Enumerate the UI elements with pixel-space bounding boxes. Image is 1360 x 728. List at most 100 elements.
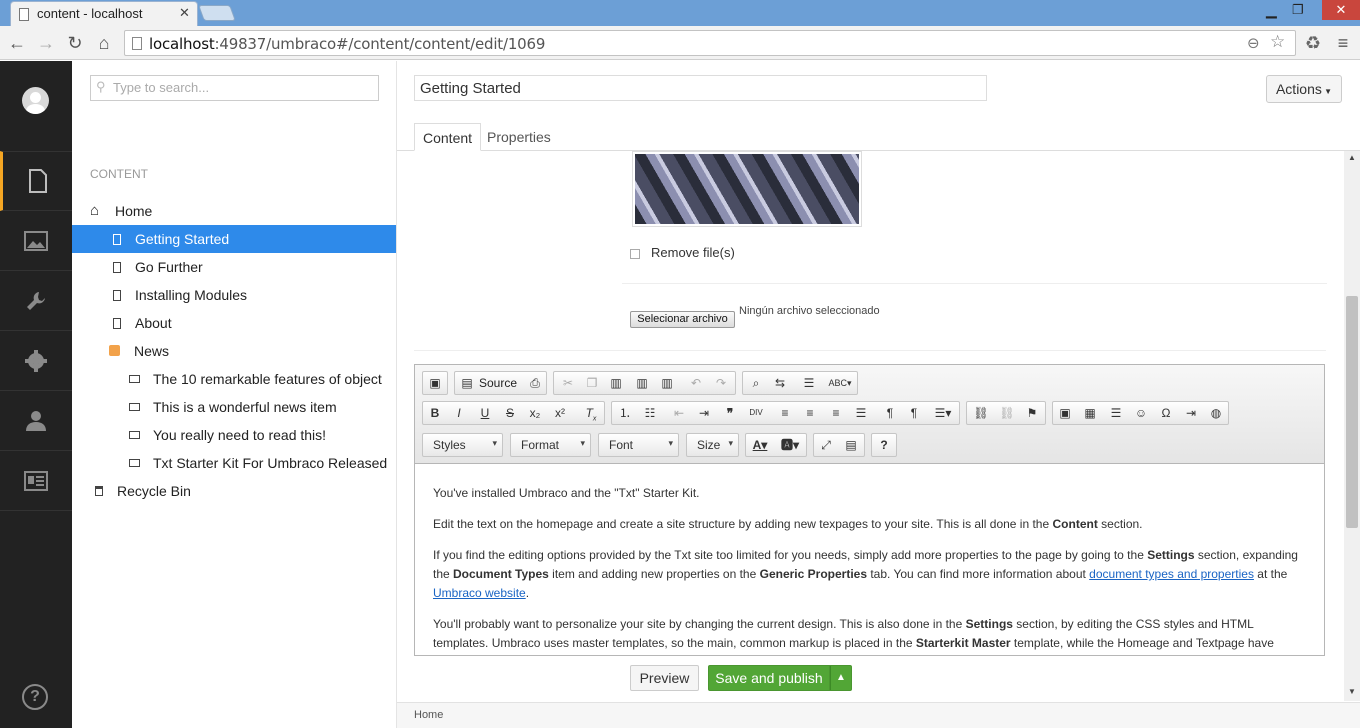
section-settings[interactable]: [0, 331, 72, 391]
table-icon[interactable]: ▦: [1080, 404, 1100, 422]
spellcheck-icon[interactable]: ABC▾: [827, 374, 853, 392]
section-users[interactable]: [0, 391, 72, 451]
url-field[interactable]: localhost:49837/umbraco#/content/content…: [124, 30, 1296, 56]
menu-icon[interactable]: ≡: [1330, 30, 1356, 56]
source-icon[interactable]: ▤: [457, 374, 477, 392]
align-center-icon[interactable]: ≡: [800, 404, 820, 422]
horizontal-rule-icon[interactable]: ☰: [1106, 404, 1126, 422]
save-and-publish-button[interactable]: Save and publish: [708, 665, 830, 691]
anchor-icon[interactable]: ⚑: [1022, 404, 1042, 422]
new-tab-button[interactable]: [198, 5, 236, 21]
restore-icon[interactable]: ❐: [1292, 2, 1304, 18]
section-members[interactable]: [0, 451, 72, 511]
font-dropdown[interactable]: Font: [598, 433, 679, 457]
language-icon[interactable]: ☰▾: [930, 404, 956, 422]
ltr-icon[interactable]: ¶: [880, 404, 900, 422]
tree-item-news-3[interactable]: You really need to read this!: [72, 421, 396, 449]
image-icon[interactable]: ▣: [1055, 404, 1075, 422]
print-icon[interactable]: ⎙: [525, 374, 545, 392]
find-icon[interactable]: ⌕: [746, 374, 766, 392]
section-developer[interactable]: [0, 271, 72, 331]
back-icon[interactable]: ←: [4, 30, 30, 56]
tab-properties[interactable]: Properties: [479, 123, 559, 151]
subscript-icon[interactable]: x₂: [525, 404, 545, 422]
tab-content[interactable]: Content: [414, 123, 482, 151]
image-icon[interactable]: ▣: [425, 374, 445, 392]
recycle-icon[interactable]: ♻: [1300, 30, 1326, 56]
tree-item-news[interactable]: News: [72, 337, 396, 365]
italic-icon[interactable]: I: [449, 404, 469, 422]
paste-text-icon[interactable]: ▥: [632, 374, 652, 392]
reload-icon[interactable]: ↻: [62, 30, 88, 56]
avatar[interactable]: [22, 87, 49, 114]
scroll-down-icon[interactable]: ▼: [1348, 687, 1356, 696]
scroll-up-icon[interactable]: ▲: [1348, 153, 1356, 162]
size-dropdown[interactable]: Size: [686, 433, 739, 457]
document-types-link[interactable]: document types and properties: [1089, 567, 1254, 581]
link-icon[interactable]: ⛓: [971, 404, 991, 422]
strike-icon[interactable]: S: [500, 404, 520, 422]
text-color-icon[interactable]: A▾: [750, 436, 770, 454]
undo-icon[interactable]: ↶: [686, 374, 706, 392]
tree-item-news-1[interactable]: The 10 remarkable features of object: [72, 365, 396, 393]
tree-item-home[interactable]: ⌂ Home: [72, 197, 396, 225]
home-icon[interactable]: ⌂: [91, 30, 117, 56]
minimize-icon[interactable]: ▁: [1266, 2, 1277, 19]
redo-icon[interactable]: ↷: [711, 374, 731, 392]
select-all-icon[interactable]: ☰: [799, 374, 819, 392]
replace-icon[interactable]: ⇆: [770, 374, 790, 392]
publish-options-button[interactable]: ▲: [830, 665, 852, 691]
breadcrumb-item[interactable]: Home: [414, 709, 443, 721]
tree-item-installing-modules[interactable]: Installing Modules: [72, 281, 396, 309]
actions-button[interactable]: Actions ▼: [1266, 75, 1342, 103]
superscript-icon[interactable]: x²: [550, 404, 570, 422]
blockquote-icon[interactable]: ❞: [720, 404, 740, 422]
section-content[interactable]: [0, 151, 72, 211]
smiley-icon[interactable]: ☺: [1131, 404, 1151, 422]
tree-item-recycle-bin[interactable]: Recycle Bin: [72, 477, 396, 505]
indent-icon[interactable]: ⇥: [694, 404, 714, 422]
file-select-button[interactable]: Selecionar archivo: [630, 311, 735, 328]
umbraco-website-link[interactable]: Umbraco website: [433, 586, 526, 600]
preview-button[interactable]: Preview: [630, 665, 699, 691]
source-button[interactable]: Source: [479, 376, 517, 390]
browser-tab[interactable]: content - localhost ✕: [10, 1, 198, 27]
help-icon[interactable]: ?: [22, 684, 48, 710]
align-right-icon[interactable]: ≡: [826, 404, 846, 422]
unlink-icon[interactable]: ⛓: [997, 404, 1017, 422]
format-dropdown[interactable]: Format: [510, 433, 591, 457]
help-icon[interactable]: ?: [874, 436, 894, 454]
ordered-list-icon[interactable]: ⒈: [615, 404, 635, 422]
section-media[interactable]: [0, 211, 72, 271]
div-icon[interactable]: DIV: [746, 404, 766, 422]
bullet-list-icon[interactable]: ☷: [640, 404, 660, 422]
copy-icon[interactable]: ❐: [582, 374, 602, 392]
page-break-icon[interactable]: ⇥: [1181, 404, 1201, 422]
scrollbar-thumb[interactable]: [1346, 296, 1358, 528]
rtl-icon[interactable]: ¶: [904, 404, 924, 422]
show-blocks-icon[interactable]: ▤: [841, 436, 861, 454]
zoom-icon[interactable]: ⊖: [1247, 34, 1260, 52]
remove-format-icon[interactable]: Tx: [581, 404, 601, 422]
tree-item-about[interactable]: About: [72, 309, 396, 337]
outdent-icon[interactable]: ⇤: [669, 404, 689, 422]
forward-icon[interactable]: →: [33, 30, 59, 56]
styles-dropdown[interactable]: Styles: [422, 433, 503, 457]
tree-item-news-2[interactable]: This is a wonderful news item: [72, 393, 396, 421]
iframe-icon[interactable]: ◍: [1206, 404, 1226, 422]
tree-item-news-4[interactable]: Txt Starter Kit For Umbraco Released: [72, 449, 396, 477]
cut-icon[interactable]: ✂: [558, 374, 578, 392]
bold-icon[interactable]: B: [425, 404, 445, 422]
paste-icon[interactable]: ▥: [606, 374, 626, 392]
remove-files-checkbox[interactable]: [630, 249, 640, 259]
paste-word-icon[interactable]: ▥: [657, 374, 677, 392]
align-left-icon[interactable]: ≡: [775, 404, 795, 422]
window-close-button[interactable]: ✕: [1322, 0, 1360, 20]
node-name-input[interactable]: Getting Started: [414, 75, 987, 101]
rte-content-area[interactable]: You've installed Umbraco and the "Txt" S…: [414, 464, 1325, 656]
maximize-icon[interactable]: ⤢: [816, 436, 836, 454]
underline-icon[interactable]: U: [475, 404, 495, 422]
justify-icon[interactable]: ☰: [851, 404, 871, 422]
tree-item-getting-started[interactable]: Getting Started: [72, 225, 396, 253]
search-input[interactable]: ⚲ Type to search...: [90, 75, 379, 101]
